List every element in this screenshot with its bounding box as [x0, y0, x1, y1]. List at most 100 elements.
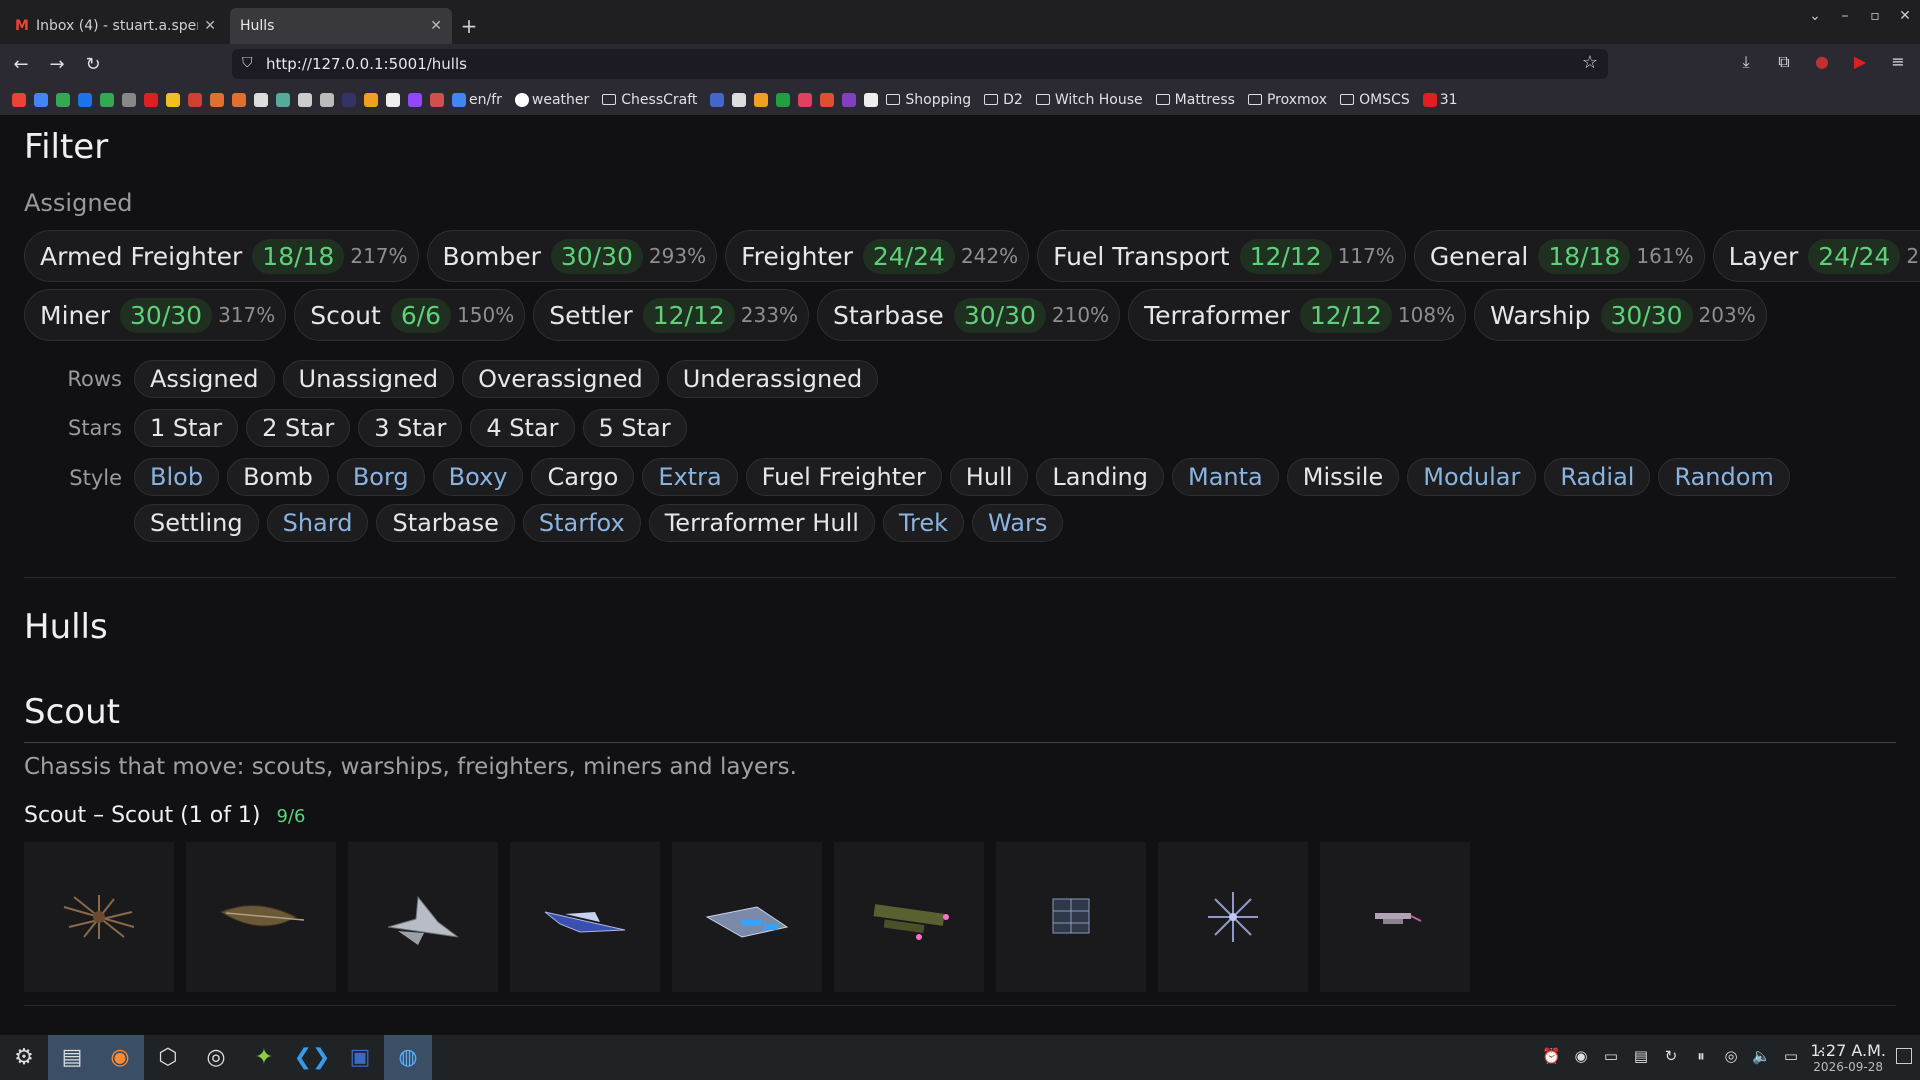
download-icon[interactable]: ⤓: [1734, 52, 1758, 72]
calendar-bookmark-icon[interactable]: [34, 92, 48, 107]
style-chip-extra[interactable]: Extra: [642, 458, 738, 496]
bookmark-icon[interactable]: [232, 92, 246, 107]
assigned-pill-settler[interactable]: Settler 12/12 233%: [533, 289, 809, 341]
style-chip-terraformer-hull[interactable]: Terraformer Hull: [648, 504, 875, 542]
terminal-icon[interactable]: ▭: [1602, 1047, 1620, 1065]
bookmark-icon[interactable]: [798, 92, 813, 107]
bookmark-icon[interactable]: [364, 92, 378, 107]
forward-icon[interactable]: →: [42, 54, 72, 75]
assigned-pill-scout[interactable]: Scout 6/6 150%: [294, 289, 526, 341]
bookmark-icon[interactable]: [188, 92, 202, 107]
bookmark-icon[interactable]: [210, 92, 224, 107]
assigned-pill-miner[interactable]: Miner 30/30 317%: [24, 289, 287, 341]
unity-icon[interactable]: ⬡: [144, 1035, 192, 1080]
rows-chip-overassigned[interactable]: Overassigned: [462, 360, 659, 398]
assigned-pill-fuel-transport[interactable]: Fuel Transport 12/12 117%: [1037, 230, 1406, 282]
style-chip-cargo[interactable]: Cargo: [531, 458, 635, 496]
bookmark-folder-omscs[interactable]: OMSCS: [1340, 92, 1410, 108]
close-tab-icon[interactable]: ✕: [430, 18, 442, 34]
app-icon[interactable]: ▣: [336, 1035, 384, 1080]
minimize-icon[interactable]: –: [1830, 8, 1860, 24]
pause-icon[interactable]: ⏸: [1692, 1047, 1710, 1065]
close-window-icon[interactable]: ✕: [1890, 8, 1920, 24]
tab-list-icon[interactable]: ⌄: [1800, 8, 1830, 24]
app-launcher-icon[interactable]: ⚙: [0, 1035, 48, 1080]
style-chip-missile[interactable]: Missile: [1286, 458, 1400, 496]
maximize-icon[interactable]: ▫: [1860, 8, 1890, 24]
extensions-icon[interactable]: ⧉: [1772, 52, 1796, 72]
hull-thumbnail[interactable]: [1320, 842, 1470, 992]
steam-tray-icon[interactable]: ◎: [1722, 1047, 1740, 1065]
style-chip-settling[interactable]: Settling: [134, 504, 259, 542]
tab-hulls[interactable]: Hulls ✕: [230, 8, 452, 44]
assigned-pill-warship[interactable]: Warship 30/30 203%: [1474, 289, 1767, 341]
bookmark-folder-shopping[interactable]: Shopping: [886, 92, 971, 108]
assigned-pill-freighter[interactable]: Freighter 24/24 242%: [725, 230, 1030, 282]
youtube-bookmark-icon[interactable]: [144, 92, 158, 107]
bookmark-folder-d2[interactable]: D2: [984, 92, 1023, 108]
bookmark-icon[interactable]: [166, 92, 180, 107]
filter-bookmark-icon[interactable]: [754, 92, 769, 107]
alarm-icon[interactable]: ⏰: [1542, 1047, 1561, 1065]
bookmark-folder-chesscraft[interactable]: ChessCraft: [602, 92, 697, 108]
gmail-bookmark-icon[interactable]: [12, 92, 26, 107]
stars-chip-1-star[interactable]: 1 Star: [134, 409, 239, 447]
rows-chip-assigned[interactable]: Assigned: [134, 360, 275, 398]
style-chip-fuel-freighter[interactable]: Fuel Freighter: [745, 458, 942, 496]
twitch-bookmark-icon[interactable]: [408, 92, 422, 107]
bookmark-icon[interactable]: [732, 92, 747, 107]
stars-chip-3-star[interactable]: 3 Star: [358, 409, 463, 447]
reload-icon[interactable]: ↻: [78, 54, 108, 75]
bookmark-folder-proxmox[interactable]: Proxmox: [1247, 92, 1327, 108]
stars-chip-2-star[interactable]: 2 Star: [246, 409, 351, 447]
hull-thumbnail[interactable]: [24, 842, 174, 992]
style-chip-starfox[interactable]: Starfox: [522, 504, 641, 542]
bookmark-icon[interactable]: [254, 92, 268, 107]
bookmark-icon[interactable]: [342, 92, 356, 107]
style-chip-borg[interactable]: Borg: [336, 458, 425, 496]
stars-chip-5-star[interactable]: 5 Star: [582, 409, 687, 447]
clipboard-icon[interactable]: ▤: [1632, 1047, 1650, 1065]
hull-thumbnail[interactable]: [186, 842, 336, 992]
youtube-icon[interactable]: ▶: [1848, 52, 1872, 72]
firefox-icon[interactable]: ◉: [96, 1035, 144, 1080]
assigned-pill-terraformer[interactable]: Terraformer 12/12 108%: [1128, 289, 1467, 341]
bookmark-icon[interactable]: [276, 92, 290, 107]
style-chip-manta[interactable]: Manta: [1172, 458, 1279, 496]
bookmark-icon[interactable]: [776, 92, 791, 107]
hull-thumbnail[interactable]: [348, 842, 498, 992]
bookmark-icon[interactable]: [864, 92, 879, 107]
hull-thumbnail[interactable]: [510, 842, 660, 992]
style-chip-hull[interactable]: Hull: [949, 458, 1029, 496]
show-desktop-icon[interactable]: [1896, 1048, 1912, 1064]
assigned-pill-layer[interactable]: Layer 24/24 288%: [1712, 230, 1920, 282]
stars-chip-4-star[interactable]: 4 Star: [470, 409, 575, 447]
bookmark-icon[interactable]: [320, 92, 334, 107]
style-chip-starbase[interactable]: Starbase: [376, 504, 515, 542]
bookmark-folder-witch-house[interactable]: Witch House: [1035, 92, 1143, 108]
style-chip-landing[interactable]: Landing: [1036, 458, 1164, 496]
ublock-icon[interactable]: ●: [1810, 52, 1834, 72]
hull-thumbnail[interactable]: [1158, 842, 1308, 992]
bookmark-folder-mattress[interactable]: Mattress: [1155, 92, 1235, 108]
bookmark-youtube-31[interactable]: 31: [1422, 92, 1458, 108]
menu-icon[interactable]: ≡: [1886, 52, 1910, 72]
vscode-icon[interactable]: ❮❯: [288, 1035, 336, 1080]
assigned-pill-general[interactable]: General 18/18 161%: [1413, 230, 1705, 282]
tab-inbox[interactable]: M Inbox (4) - stuart.a.spence ✕: [4, 8, 226, 44]
style-chip-radial[interactable]: Radial: [1544, 458, 1651, 496]
bookmark-icon[interactable]: [820, 92, 835, 107]
assigned-pill-starbase[interactable]: Starbase 30/30 210%: [816, 289, 1121, 341]
file-manager-icon[interactable]: ▤: [48, 1035, 96, 1080]
bookmark-icon[interactable]: [386, 92, 400, 107]
assigned-pill-armed-freighter[interactable]: Armed Freighter 18/18 217%: [24, 230, 419, 282]
style-chip-random[interactable]: Random: [1658, 458, 1790, 496]
style-chip-blob[interactable]: Blob: [134, 458, 220, 496]
bookmark-icon[interactable]: [122, 92, 136, 107]
volume-icon[interactable]: 🔈: [1752, 1047, 1771, 1065]
back-icon[interactable]: ←: [6, 54, 36, 75]
sync-icon[interactable]: ↻: [1662, 1047, 1680, 1065]
bookmark-icon[interactable]: [710, 92, 725, 107]
hull-thumbnail[interactable]: [834, 842, 984, 992]
assigned-pill-bomber[interactable]: Bomber 30/30 293%: [426, 230, 718, 282]
